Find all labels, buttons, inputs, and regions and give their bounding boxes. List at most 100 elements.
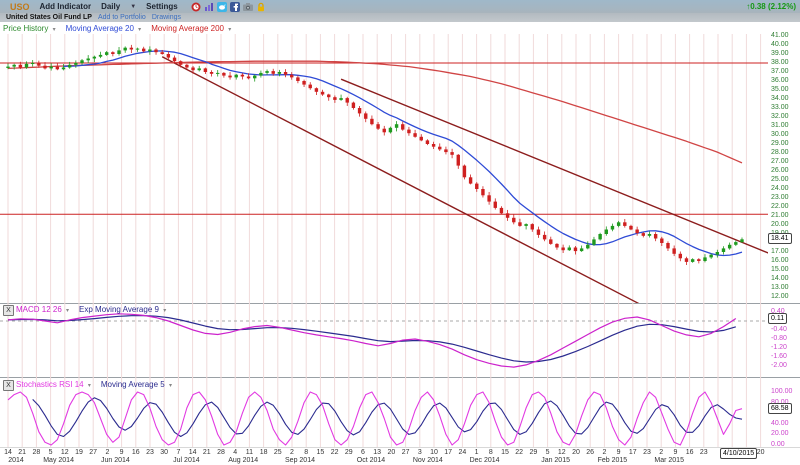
macd-dropdown[interactable]: MACD 12 26 ▾ <box>16 305 69 314</box>
x-tick-label: 3 <box>418 449 422 456</box>
x-tick-label: 28 <box>217 449 225 456</box>
axis-label: 33.00 <box>771 104 789 112</box>
x-tick-label: 2 <box>290 449 294 456</box>
x-tick-label: 2 <box>659 449 663 456</box>
price-axis: 18.41 41.0040.0039.0038.0037.0036.0035.0… <box>768 34 800 303</box>
add-to-portfolio-link[interactable]: Add to Portfolio <box>98 14 146 21</box>
month-label: Aug 2014 <box>228 457 258 464</box>
axis-label: -0.40 <box>771 326 787 334</box>
macd-close-button[interactable]: X <box>3 305 14 316</box>
axis-label: 40.00 <box>771 420 789 428</box>
axis-label: 28.00 <box>771 149 789 157</box>
axis-label: 20.00 <box>771 221 789 229</box>
month-label: Jan 2015 <box>541 457 570 464</box>
x-tick-label: 23 <box>146 449 154 456</box>
toolbar-icons <box>188 2 266 12</box>
stoch-ma-dropdown[interactable]: Moving Average 5 ▾ <box>101 380 172 389</box>
x-tick-label: 20 <box>757 449 765 456</box>
x-tick-label: 17 <box>629 449 637 456</box>
axis-label: 100.00 <box>771 388 792 396</box>
axis-label: 27.00 <box>771 158 789 166</box>
x-tick-label: 20 <box>572 449 580 456</box>
axis-label: 23.00 <box>771 194 789 202</box>
ma20-dropdown[interactable]: Moving Average 20 ▾ <box>66 24 142 33</box>
x-tick-label: 29 <box>529 449 537 456</box>
axis-label: 15.00 <box>771 266 789 274</box>
lock-icon[interactable] <box>256 2 266 12</box>
trend-line <box>162 57 655 303</box>
x-tick-label: 28 <box>32 449 40 456</box>
x-tick-label: 21 <box>203 449 211 456</box>
macd-line <box>8 314 736 367</box>
stoch-label: Stochastics RSI 14 <box>16 380 84 389</box>
ma200-dropdown[interactable]: Moving Average 200 ▾ <box>151 24 231 33</box>
month-label: May 2014 <box>43 457 74 464</box>
x-tick-label: 5 <box>49 449 53 456</box>
x-axis: 4/10/2015 142128512192729162330714212841… <box>0 447 800 465</box>
x-tick-label: 22 <box>515 449 523 456</box>
axis-label: -2.00 <box>771 362 787 370</box>
axis-label: 39.00 <box>771 50 789 58</box>
axis-label: 40.00 <box>771 41 789 49</box>
facebook-icon[interactable] <box>230 2 240 12</box>
price-chart-plot[interactable] <box>0 34 768 303</box>
month-label: Feb 2015 <box>598 457 628 464</box>
ma20-line <box>64 51 742 256</box>
x-tick-label: 30 <box>160 449 168 456</box>
chevron-down-icon: ▾ <box>66 308 69 314</box>
x-tick-label: 14 <box>4 449 12 456</box>
axis-label: 12.00 <box>771 293 789 301</box>
subheader: United States Oil Fund LP Add to Portfol… <box>0 13 800 22</box>
stoch-ma-label: Moving Average 5 <box>101 380 165 389</box>
camera-icon[interactable] <box>243 2 253 12</box>
x-tick-label: 9 <box>673 449 677 456</box>
stoch-axis: 68.58 100.0080.0060.0040.0020.000.00 <box>768 377 800 447</box>
macd-legend: MACD 12 26 ▾ Exp Moving Average 9 ▾ <box>16 304 176 315</box>
x-tick-label: 29 <box>345 449 353 456</box>
x-tick-label: 26 <box>586 449 594 456</box>
x-tick-label: 7 <box>176 449 180 456</box>
twitter-icon[interactable] <box>217 2 227 12</box>
ticker-logo: USO <box>10 2 30 12</box>
x-tick-label: 1 <box>475 449 479 456</box>
bar-chart-icon[interactable] <box>204 2 214 12</box>
month-label: Dec 2014 <box>470 457 500 464</box>
axis-label: 30.00 <box>771 131 789 139</box>
axis-label: -1.20 <box>771 344 787 352</box>
timeframe-dropdown[interactable]: Daily <box>101 2 120 11</box>
drawings-link[interactable]: Drawings <box>152 14 181 21</box>
price-history-dropdown[interactable]: Price History ▾ <box>3 24 56 33</box>
x-tick-label: 16 <box>132 449 140 456</box>
axis-label: 16.00 <box>771 257 789 265</box>
stoch-ma-line <box>33 398 742 437</box>
x-tick-label: 17 <box>444 449 452 456</box>
stoch-close-button[interactable]: X <box>3 380 14 391</box>
x-tick-label: 23 <box>643 449 651 456</box>
axis-label: 41.00 <box>771 32 789 40</box>
settings-button[interactable]: Settings <box>146 2 178 11</box>
x-tick-label: 27 <box>89 449 97 456</box>
x-tick-label: 9 <box>120 449 124 456</box>
x-tick-label: 5 <box>546 449 550 456</box>
clock-icon[interactable] <box>191 2 201 12</box>
macd-signal-dropdown[interactable]: Exp Moving Average 9 ▾ <box>79 305 166 314</box>
stoch-dropdown[interactable]: Stochastics RSI 14 ▾ <box>16 380 91 389</box>
current-date-badge: 4/10/2015 <box>720 448 757 459</box>
change-text: 0.38 (2.12%) <box>750 2 796 11</box>
ma200-label: Moving Average 200 <box>151 24 224 33</box>
price-legend: Price History ▾ Moving Average 20 ▾ Movi… <box>3 22 241 34</box>
axis-label: 13.00 <box>771 284 789 292</box>
axis-label: 20.00 <box>771 430 789 438</box>
chevron-down-icon: ▾ <box>163 308 166 314</box>
axis-label: 25.00 <box>771 176 789 184</box>
month-label: Mar 2015 <box>654 457 684 464</box>
month-label: Oct 2014 <box>357 457 385 464</box>
axis-label: 21.00 <box>771 212 789 220</box>
macd-signal-label: Exp Moving Average 9 <box>79 305 159 314</box>
macd-value-badge: 0.11 <box>768 313 787 324</box>
grid-lines <box>8 34 761 303</box>
ma20-label: Moving Average 20 <box>66 24 134 33</box>
timeframe-dropdown-arrow-icon[interactable]: ▼ <box>130 4 136 10</box>
add-indicator-button[interactable]: Add Indicator <box>40 2 92 11</box>
x-tick-label: 19 <box>75 449 83 456</box>
